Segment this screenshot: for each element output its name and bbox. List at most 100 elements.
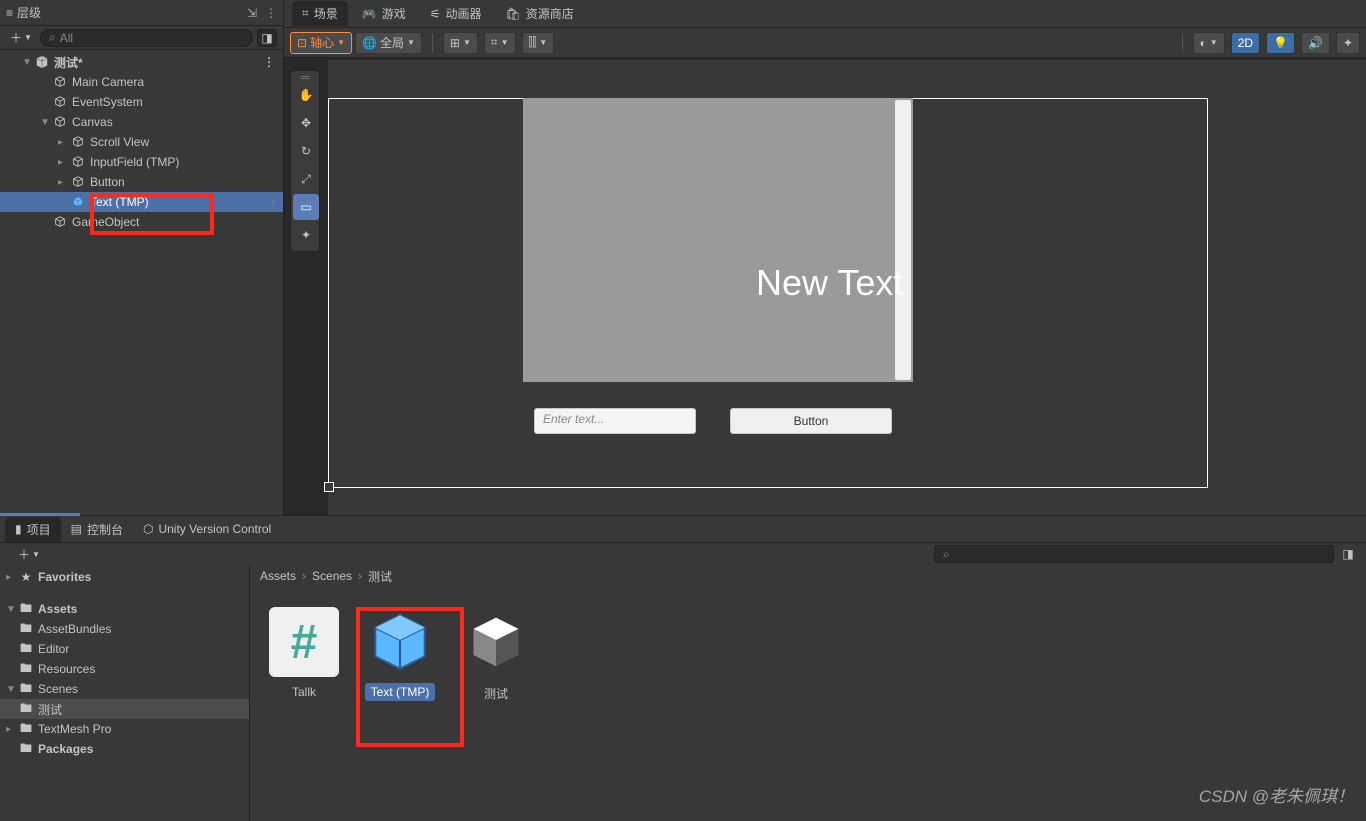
tab-uvcs[interactable]: ⬡Unity Version Control [133, 518, 281, 540]
assets-row[interactable]: ▼ 🖿 Assets [0, 599, 249, 619]
folder-scenes[interactable]: ▼🖿Scenes [0, 679, 249, 699]
project-add-button[interactable]: ＋▼ [14, 545, 44, 563]
tab-label: 游戏 [382, 5, 406, 22]
expand-arrow[interactable]: ▸ [58, 137, 70, 148]
packages-row[interactable]: 🖿Packages [0, 739, 249, 759]
folder-assetbundles[interactable]: 🖿AssetBundles [0, 619, 249, 639]
unity-icon [34, 55, 50, 69]
fx-button[interactable]: ✦ [1336, 32, 1360, 54]
increment-icon: ⫿⫿ [529, 35, 537, 50]
hierarchy-title-text: 层级 [17, 4, 41, 21]
ui-scrollbar[interactable] [895, 100, 911, 380]
breadcrumb-item[interactable]: Assets [260, 569, 296, 583]
cube-icon [52, 75, 68, 89]
rect-tool[interactable]: ▭ [293, 194, 319, 220]
prefab-open-icon[interactable]: › [271, 195, 275, 209]
hierarchy-item-inputfield[interactable]: ▸ InputField (TMP) [0, 152, 283, 172]
asset-text-tmp[interactable]: Text (TMP) [356, 607, 444, 704]
breadcrumb-item[interactable]: 测试 [368, 568, 392, 585]
prefab-icon [70, 195, 86, 209]
global-button[interactable]: 🌐全局▼ [355, 32, 422, 54]
active-tab-indicator [0, 513, 80, 516]
favorites-row[interactable]: ▸ ★ Favorites [0, 567, 249, 587]
audio-button[interactable]: 🔊 [1301, 32, 1330, 54]
tab-scene[interactable]: ⌗场景 [292, 1, 348, 26]
ui-text-tmp[interactable]: New Text [756, 262, 903, 304]
detach-icon[interactable]: ⇲ [247, 6, 257, 20]
palette-grip[interactable]: ═ [293, 73, 317, 81]
gamepad-icon: 🎮 [362, 7, 377, 21]
tab-game[interactable]: 🎮 游戏 [352, 1, 416, 26]
pivot-label: 轴心 [310, 34, 334, 51]
expand-arrow[interactable]: ▸ [58, 157, 70, 168]
project-search-input[interactable]: ⌕ [934, 545, 1334, 563]
canvas-handle-bl[interactable] [324, 482, 334, 492]
expand-arrow[interactable]: ▸ [6, 724, 18, 735]
button-label: Button [794, 414, 829, 428]
scale-tool[interactable]: ⤢ [293, 166, 319, 192]
folder-icon: 🖿 [18, 719, 34, 740]
pivot-button[interactable]: ⊡轴心▼ [290, 32, 352, 54]
item-label: Main Camera [72, 75, 144, 89]
rotate-tool[interactable]: ↻ [293, 138, 319, 164]
project-hidden-button[interactable]: ◨ [1338, 547, 1358, 561]
asset-scene[interactable]: 测试 [452, 607, 540, 704]
scene-name: 测试* [54, 54, 83, 71]
hierarchy-item-scrollview[interactable]: ▸ Scroll View [0, 132, 283, 152]
hierarchy-add-button[interactable]: ＋▼ [6, 29, 36, 47]
move-tool[interactable]: ✥ [293, 110, 319, 136]
ui-scrollview[interactable] [523, 98, 913, 382]
scene-menu-icon[interactable]: ⋮ [263, 55, 275, 69]
tab-animator[interactable]: ⚟ 动画器 [420, 1, 492, 26]
folder-resources[interactable]: 🖿Resources [0, 659, 249, 679]
hierarchy-search-input[interactable]: ⌕ All [40, 29, 253, 47]
prefab-icon [365, 607, 435, 677]
hierarchy-item-eventsystem[interactable]: EventSystem [0, 92, 283, 112]
ui-button[interactable]: Button [730, 408, 892, 434]
folder-icon: 🖿 [18, 619, 34, 640]
animator-icon: ⚟ [430, 7, 441, 21]
increment-button[interactable]: ⫿⫿▼ [522, 32, 555, 54]
hierarchy-item-gameobject[interactable]: GameObject [0, 212, 283, 232]
hierarchy-search-type[interactable]: ◨ [257, 29, 277, 47]
transform-tool[interactable]: ✦ [293, 222, 319, 248]
expand-arrow[interactable]: ▼ [6, 684, 18, 695]
2d-button[interactable]: 2D [1231, 32, 1260, 54]
folder-editor[interactable]: 🖿Editor [0, 639, 249, 659]
tab-assetstore[interactable]: 🛍资源商店 [496, 1, 584, 26]
favorites-label: Favorites [38, 570, 91, 584]
snap-button[interactable]: ⌗▼ [484, 32, 516, 54]
expand-arrow[interactable]: ▸ [6, 572, 18, 583]
cube-icon [70, 175, 86, 189]
expand-arrow[interactable]: ▼ [6, 604, 18, 615]
asset-label: Tallk [286, 683, 322, 701]
bottom-section: ▮项目 ▤控制台 ⬡Unity Version Control ＋▼ ⌕ ◨ ▸… [0, 515, 1366, 821]
ui-inputfield[interactable]: Enter text... [534, 408, 696, 434]
grid-snap-button[interactable]: ⊞▼ [443, 32, 478, 54]
folders-panel: ▸ ★ Favorites ▼ 🖿 Assets 🖿AssetBundles 🖿… [0, 565, 250, 821]
asset-tallk[interactable]: # Tallk [260, 607, 348, 704]
scene-row[interactable]: ▼ 测试* ⋮ [0, 52, 283, 72]
folder-test[interactable]: 🖿测试 [0, 699, 249, 719]
hand-tool[interactable]: ✋ [293, 82, 319, 108]
hierarchy-item-canvas[interactable]: ▼ Canvas [0, 112, 283, 132]
tab-label: 控制台 [87, 521, 123, 538]
hierarchy-menu-icon[interactable]: ⋮ [265, 6, 277, 20]
breadcrumb-item[interactable]: Scenes [312, 569, 352, 583]
shading-button[interactable]: ◐▼ [1193, 32, 1225, 54]
tab-project[interactable]: ▮项目 [5, 517, 61, 542]
folder-tmp[interactable]: ▸🖿TextMesh Pro [0, 719, 249, 739]
expand-arrow[interactable]: ▼ [40, 117, 52, 128]
expand-arrow[interactable]: ▼ [22, 57, 34, 68]
tab-label: 动画器 [446, 5, 482, 22]
hierarchy-item-camera[interactable]: Main Camera [0, 72, 283, 92]
expand-arrow[interactable]: ▸ [58, 177, 70, 188]
hierarchy-tree: ▼ 测试* ⋮ Main Camera EventSystem ▼ Canvas [0, 50, 283, 234]
lighting-button[interactable]: 💡 [1266, 32, 1295, 54]
assets-label: Assets [38, 602, 77, 616]
chevron-icon: › [302, 569, 306, 583]
scene-viewport[interactable]: New Text Enter text... Button [328, 60, 1366, 515]
hierarchy-item-text-tmp[interactable]: Text (TMP) › [0, 192, 283, 212]
tab-console[interactable]: ▤控制台 [61, 517, 133, 542]
hierarchy-item-button[interactable]: ▸ Button [0, 172, 283, 192]
